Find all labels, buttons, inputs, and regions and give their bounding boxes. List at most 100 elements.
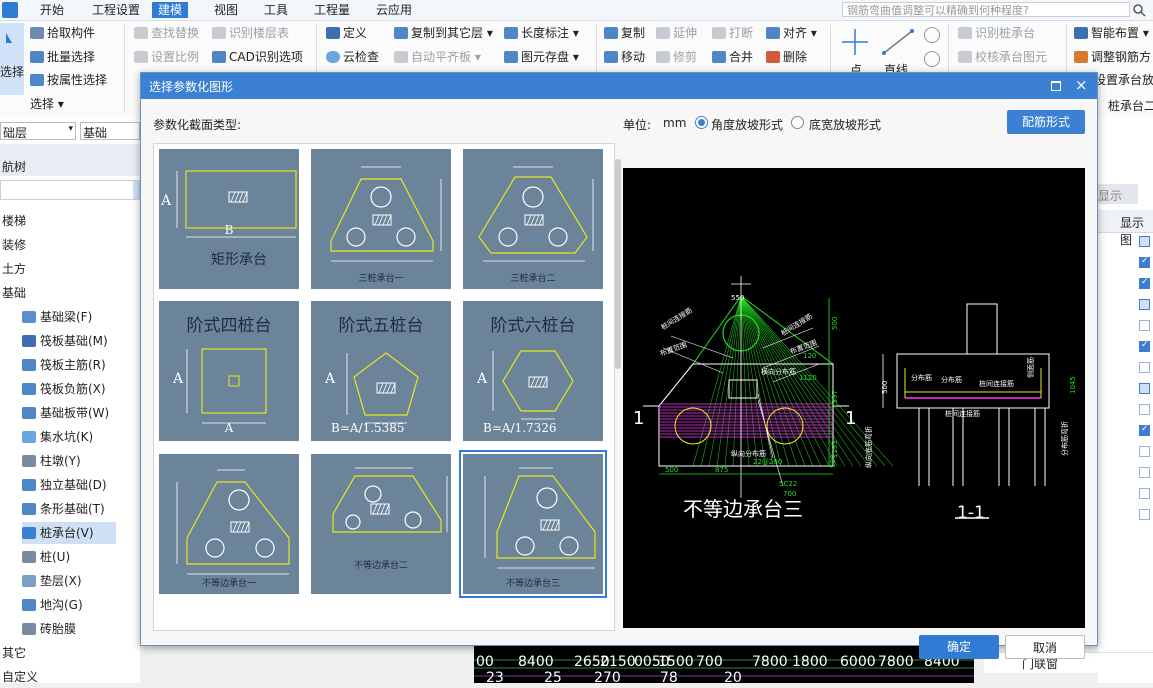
recog-cap-button[interactable]: 识别桩承台 bbox=[958, 24, 1035, 42]
merge-button[interactable]: 合并 bbox=[712, 48, 753, 66]
display-checkbox-3[interactable] bbox=[1139, 299, 1150, 310]
tree-subitem-9[interactable]: 桩承台(V) bbox=[22, 522, 116, 544]
display-checkbox-2[interactable] bbox=[1139, 277, 1150, 289]
menu-cloud[interactable]: 云应用 bbox=[370, 2, 418, 18]
tree-subitem-7[interactable]: 独立基础(D) bbox=[22, 474, 107, 496]
select-big-button[interactable]: 选择 bbox=[0, 23, 24, 95]
rebar-form-button[interactable]: 配筋形式 bbox=[1007, 110, 1085, 134]
line-draw-icon[interactable] bbox=[880, 27, 916, 57]
arc-draw-icon[interactable] bbox=[924, 27, 940, 43]
shape-thumb-7[interactable]: 不等边承台二 bbox=[311, 454, 451, 594]
menu-quantity[interactable]: 工程量 bbox=[308, 2, 356, 18]
extend-button[interactable]: 延伸 bbox=[656, 24, 697, 42]
define-button[interactable]: 定义 bbox=[326, 24, 367, 42]
point-draw-icon[interactable] bbox=[840, 27, 870, 57]
tree-item-custom[interactable]: 自定义 bbox=[2, 666, 38, 688]
menu-tools[interactable]: 工具 bbox=[258, 2, 294, 18]
display-checkbox-13[interactable] bbox=[1139, 509, 1150, 520]
shape-thumb-3[interactable]: A A 阶式四桩台 bbox=[159, 301, 299, 441]
align-button[interactable]: 对齐 ▾ bbox=[766, 24, 817, 42]
menu-project-settings[interactable]: 工程设置 bbox=[86, 2, 146, 18]
display-checkbox-0[interactable] bbox=[1139, 236, 1150, 247]
shape-thumb-4[interactable]: A B=A/1.5385 阶式五桩台 bbox=[311, 301, 451, 441]
circle-draw-icon[interactable] bbox=[924, 51, 940, 67]
tree-subitem-12[interactable]: 地沟(G) bbox=[22, 594, 83, 616]
auto-level-button[interactable]: 自动平齐板 ▾ bbox=[394, 48, 481, 66]
trim-button[interactable]: 修剪 bbox=[656, 48, 697, 66]
tree-subitem-13[interactable]: 砖胎膜 bbox=[22, 618, 76, 640]
cad-canvas-strip[interactable]: 00 8400 2650 2150 0050 1500 700 7800 1800 6000 780… bbox=[474, 646, 974, 683]
tree-subitem-10[interactable]: 桩(U) bbox=[22, 546, 70, 568]
shape-thumb-6[interactable]: 不等边承台一 bbox=[159, 454, 299, 594]
cloud-check-button[interactable]: 云检查 bbox=[326, 48, 379, 66]
display-checkbox-1[interactable] bbox=[1139, 256, 1150, 268]
tree-subitem-11[interactable]: 垫层(X) bbox=[22, 570, 82, 592]
move-button[interactable]: 移动 bbox=[604, 48, 645, 66]
radio-angle-label[interactable]: 角度放坡形式 bbox=[711, 116, 783, 133]
nav-search-box[interactable] bbox=[0, 180, 140, 200]
tree-item-foundation[interactable]: 基础 bbox=[2, 282, 26, 304]
display-checkbox-12[interactable] bbox=[1139, 488, 1150, 499]
element-save-button[interactable]: 图元存盘 ▾ bbox=[504, 48, 579, 66]
find-replace-button[interactable]: 查找替换 bbox=[134, 24, 199, 42]
delete-button[interactable]: 删除 bbox=[766, 48, 807, 66]
tree-subitem-8[interactable]: 条形基础(T) bbox=[22, 498, 105, 520]
display-checkbox-5[interactable] bbox=[1139, 340, 1150, 352]
ok-button[interactable]: 确定 bbox=[919, 635, 999, 659]
batch-select-button[interactable]: 批量选择 bbox=[30, 48, 95, 66]
tree-subitem-0[interactable]: 基础梁(F) bbox=[22, 306, 92, 328]
tree-item-earthwork[interactable]: 土方 bbox=[2, 258, 26, 280]
type-select[interactable]: 基础 bbox=[80, 122, 140, 140]
length-mark-button[interactable]: 长度标注 ▾ bbox=[504, 24, 579, 42]
search-input[interactable]: 钢筋弯曲值调整可以精确到何种程度? bbox=[842, 2, 1130, 17]
pick-component-button[interactable]: 拾取构件 bbox=[30, 24, 95, 42]
cap-tab-label[interactable]: 桩承台二 bbox=[1108, 97, 1153, 115]
cancel-button[interactable]: 取消 bbox=[1005, 635, 1085, 659]
radio-width-slope[interactable] bbox=[791, 116, 804, 129]
menu-home[interactable]: 开始 bbox=[34, 2, 70, 18]
display-checkbox-6[interactable] bbox=[1139, 362, 1150, 373]
smart-layout-button[interactable]: 智能布置 ▾ bbox=[1074, 24, 1149, 42]
copy-to-floor-button[interactable]: 复制到其它层 ▾ bbox=[394, 24, 493, 42]
thumb-scrollbar[interactable] bbox=[615, 159, 621, 369]
floor-select[interactable]: 础层 ▾ bbox=[0, 122, 76, 140]
display-checkbox-11[interactable] bbox=[1139, 467, 1150, 478]
shape-thumb-0[interactable]: A B 矩形承台 bbox=[159, 149, 299, 289]
search-icon[interactable] bbox=[1132, 3, 1146, 17]
tree-subitem-6[interactable]: 柱墩(Y) bbox=[22, 450, 81, 472]
check-cap-button[interactable]: 校核承台图元 bbox=[958, 48, 1047, 66]
display-checkbox-4[interactable] bbox=[1139, 320, 1150, 331]
tree-item-stairs[interactable]: 楼梯 bbox=[2, 210, 26, 232]
display-checkbox-10[interactable] bbox=[1139, 446, 1150, 457]
tree-subitem-2[interactable]: 筏板主筋(R) bbox=[22, 354, 106, 376]
copy-button[interactable]: 复制 bbox=[604, 24, 645, 42]
set-scale-button[interactable]: 设置比例 bbox=[134, 48, 199, 66]
display-checkbox-7[interactable] bbox=[1139, 383, 1150, 394]
app-logo-icon[interactable] bbox=[2, 2, 18, 18]
tree-item-decoration[interactable]: 装修 bbox=[2, 234, 26, 256]
display-tab[interactable]: 显示 bbox=[1098, 184, 1138, 204]
tree-subitem-5[interactable]: 集水坑(K) bbox=[22, 426, 93, 448]
cad-recog-options-button[interactable]: CAD识别选项 bbox=[212, 48, 303, 66]
shape-thumb-2[interactable]: 三桩承台二 bbox=[463, 149, 603, 289]
menu-modeling[interactable]: 建模 bbox=[152, 2, 189, 18]
display-checkbox-9[interactable] bbox=[1139, 424, 1150, 436]
shape-thumb-8[interactable]: 不等边承台三 bbox=[459, 450, 607, 598]
display-checkbox-8[interactable] bbox=[1139, 404, 1150, 415]
adjust-rebar-button[interactable]: 调整钢筋方 bbox=[1074, 48, 1151, 66]
select-by-attr-button[interactable]: 按属性选择 bbox=[30, 71, 107, 89]
nav-search-button[interactable] bbox=[133, 181, 139, 199]
tree-subitem-1[interactable]: 筏板基础(M) bbox=[22, 330, 108, 352]
set-slope-button[interactable]: 设置承台放 bbox=[1094, 71, 1153, 89]
tree-subitem-4[interactable]: 基础板带(W) bbox=[22, 402, 109, 424]
maximize-icon[interactable] bbox=[1051, 81, 1061, 91]
shape-thumb-1[interactable]: 三桩承台一 bbox=[311, 149, 451, 289]
tree-subitem-3[interactable]: 筏板负筋(X) bbox=[22, 378, 106, 400]
select-group-label[interactable]: 选择 ▾ bbox=[30, 95, 64, 113]
recog-floor-button[interactable]: 识别楼层表 bbox=[212, 24, 289, 42]
radio-width-label[interactable]: 底宽放坡形式 bbox=[809, 116, 881, 133]
shape-thumb-5[interactable]: A B=A/1.7326 阶式六桩台 bbox=[463, 301, 603, 441]
menu-view[interactable]: 视图 bbox=[208, 2, 244, 18]
tree-item-other[interactable]: 其它 bbox=[2, 642, 26, 664]
close-icon[interactable]: × bbox=[1075, 76, 1088, 94]
